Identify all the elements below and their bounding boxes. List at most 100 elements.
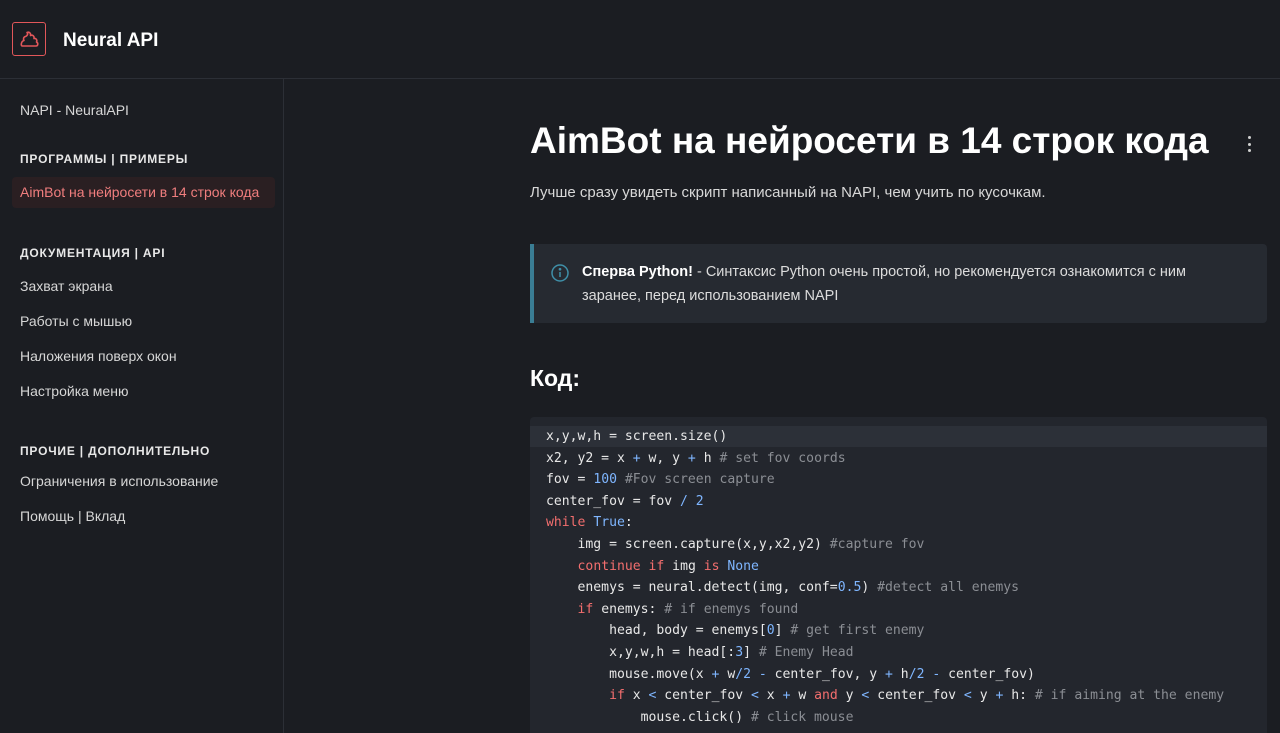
code-token: +	[632, 450, 641, 466]
code-token: x,y,w,h = head[:	[546, 645, 736, 660]
code-token: and	[814, 688, 838, 704]
code-token: /2	[735, 666, 751, 682]
code-token: # get first enemy	[790, 623, 925, 639]
code-token: y	[837, 688, 862, 704]
sidebar-section-misc: ПРОЧИЕ | ДОПОЛНИТЕЛЬНО	[20, 444, 211, 458]
logo-icon[interactable]	[12, 22, 46, 56]
info-icon	[551, 264, 569, 282]
code-token: center_fov)	[940, 666, 1035, 682]
code-token: center_fov, y	[766, 666, 886, 682]
code-token: # click mouse	[750, 709, 854, 725]
code-token: h	[695, 450, 720, 466]
code-token: center_fov = fov	[546, 493, 681, 509]
code-token: if	[577, 601, 594, 617]
code-token: 0.5	[837, 580, 862, 596]
code-line: mouse.move(x + w/2 - center_fov, y + h/2…	[546, 664, 1035, 685]
code-token: # Enemy Head	[758, 645, 854, 660]
code-token: 3	[735, 645, 744, 660]
code-token: #capture fov	[829, 537, 925, 552]
sidebar-section-docs: ДОКУМЕНТАЦИЯ | API	[20, 246, 166, 260]
top-header: Neural API	[0, 0, 1280, 79]
code-line: x,y,w,h = screen.size()	[546, 426, 727, 447]
code-token: enemys = neural.detect(img, conf=	[546, 580, 838, 596]
page-title: AimBot на нейросети в 14 строк кода	[530, 120, 1209, 161]
sidebar-nav: NAPI - NeuralAPI ПРОГРАММЫ | ПРИМЕРЫ Aim…	[0, 79, 284, 733]
code-token: h	[892, 666, 909, 682]
sidebar-item-aimbot[interactable]: AimBot на нейросети в 14 строк кода	[12, 177, 275, 208]
code-line: x2, y2 = x + w, y + h # set fov coords	[546, 448, 846, 469]
code-token: continue	[577, 558, 641, 574]
code-line: if x < center_fov < x + w and y < center…	[546, 685, 1224, 706]
info-hint: Сперва Python! - Синтаксис Python очень …	[530, 244, 1267, 323]
code-token: 0	[766, 623, 775, 639]
more-options-icon[interactable]	[1243, 136, 1255, 152]
code-token: <	[751, 688, 759, 704]
code-token: enemys:	[593, 601, 665, 617]
code-token: # if enemys found	[664, 601, 799, 617]
sidebar-item-help[interactable]: Помощь | Вклад	[20, 508, 125, 524]
code-heading: Код:	[530, 365, 581, 391]
code-line: while True:	[546, 512, 633, 533]
hint-bold: Сперва Python!	[582, 264, 693, 280]
code-token: w	[719, 666, 736, 682]
code-line: continue if img is None	[546, 556, 759, 577]
code-line: img = screen.capture(x,y,x2,y2) #capture…	[546, 534, 925, 555]
code-token: ]	[743, 645, 759, 660]
code-token: #detect all enemys	[877, 580, 1020, 596]
code-token: /2	[908, 666, 925, 682]
code-line: enemys = neural.detect(img, conf=0.5) #d…	[546, 577, 1020, 598]
code-token: center_fov	[869, 688, 964, 704]
code-token: w	[790, 688, 815, 704]
code-token: # if aiming at the enemy	[1034, 688, 1225, 704]
sidebar-item-limitations[interactable]: Ограничения в использование	[20, 473, 218, 489]
code-line: x,y,w,h = head[:3] # Enemy Head	[546, 642, 853, 663]
code-token: +	[687, 450, 696, 466]
code-token: mouse.move(x	[546, 666, 712, 682]
code-token: # set fov coords	[719, 450, 846, 466]
code-token: 100	[593, 472, 617, 488]
code-token: x	[624, 688, 649, 704]
code-token: img	[664, 558, 704, 574]
code-token: while	[546, 515, 586, 531]
sidebar-item-screen-capture[interactable]: Захват экрана	[20, 278, 113, 294]
code-line: head, body = enemys[0] # get first enemy	[546, 620, 924, 641]
code-token: y	[971, 688, 996, 704]
code-token: None	[727, 558, 759, 574]
code-token: img = screen.capture(x,y,x2,y2)	[546, 537, 830, 552]
code-token: x2, y2 = x	[546, 450, 633, 466]
sidebar-item-mouse[interactable]: Работы с мышью	[20, 313, 132, 329]
code-token: fov =	[546, 472, 594, 488]
code-token: x	[758, 688, 783, 704]
code-token: mouse.click()	[546, 709, 751, 725]
hint-text: Сперва Python! - Синтаксис Python очень …	[582, 260, 1232, 308]
code-block[interactable]: x,y,w,h = screen.size() x2, y2 = x + w, y…	[530, 417, 1267, 733]
sidebar-item-home[interactable]: NAPI - NeuralAPI	[20, 102, 129, 118]
code-token: -	[758, 666, 767, 682]
code-token: )	[861, 580, 878, 596]
sidebar-item-menu-settings[interactable]: Настройка меню	[20, 383, 128, 399]
code-token: head, body = enemys[	[546, 623, 767, 639]
code-token: #Fov screen capture	[624, 472, 775, 488]
code-token: /	[680, 493, 688, 509]
sidebar-section-programs: ПРОГРАММЫ | ПРИМЕРЫ	[20, 152, 189, 166]
site-title[interactable]: Neural API	[63, 30, 158, 52]
code-token: w, y	[640, 450, 688, 466]
code-token: True	[593, 515, 625, 531]
code-token: x,y,w,h = screen.size()	[546, 429, 728, 444]
sidebar-item-overlays[interactable]: Наложения поверх окон	[20, 348, 177, 364]
code-line: mouse.click() # click mouse	[546, 707, 854, 728]
code-line: if enemys: # if enemys found	[546, 599, 799, 620]
code-token: +	[885, 666, 893, 682]
code-token: h:	[1003, 688, 1035, 704]
code-token: 2	[695, 493, 704, 509]
code-token: <	[963, 688, 972, 704]
code-token: is	[703, 558, 720, 574]
code-line: fov = 100 #Fov screen capture	[546, 469, 775, 490]
